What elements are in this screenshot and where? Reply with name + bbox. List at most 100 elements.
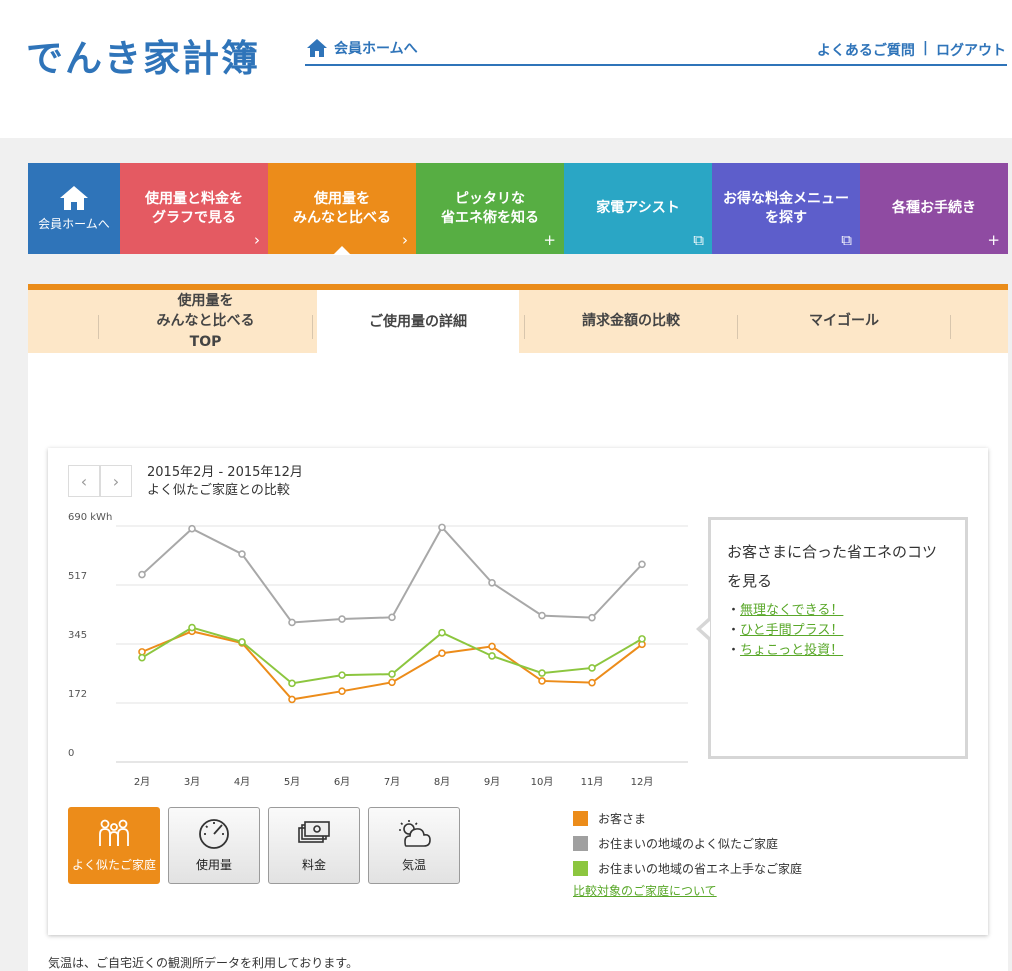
home-icon [307,39,327,57]
data-point [188,524,196,533]
chevron-right-icon: › [402,230,408,249]
data-point [288,618,296,627]
tab-billing-compare[interactable]: 請求金額の比較 [524,290,738,353]
data-point [588,664,596,672]
tip-bullet: ・ [727,622,741,638]
nav-compare-usage-label-2: みんなと比べる [293,209,391,226]
tab-compare-top[interactable]: 使用量を みんなと比べる TOP [98,290,313,353]
x-tick-label: 7月 [384,776,400,788]
nav-appliance-assist[interactable]: 家電アシスト ⧉ [564,163,712,254]
data-point [188,623,196,632]
data-point [238,638,246,646]
nav-rate-menu[interactable]: お得な料金メニュー を探す ⧉ [712,163,860,254]
header-links: よくあるご質問 | ログアウト [817,40,1006,60]
logout-link[interactable]: ログアウト [936,40,1006,60]
content-panel: 使用量を みんなと比べる TOP ご使用量の詳細 請求金額の比較 マイゴール ‹ ›… [28,284,1008,971]
period-label: 2015年2月 - 2015年12月 よく似たご家庭との比較 [147,464,303,499]
data-point [138,570,146,579]
temperature-button[interactable]: 気温 [368,807,460,884]
tab-usage-detail[interactable]: ご使用量の詳細 [317,290,519,354]
nav-procedures[interactable]: 各種お手続き + [860,163,1008,254]
tab-compare-top-label-3: TOP [189,333,222,350]
money-icon [298,821,330,843]
series-line [141,525,643,624]
legend-item: お住まいの地域のよく似たご家庭 [573,831,802,856]
x-tick-label: 5月 [284,776,300,788]
tab-my-goal-label: マイゴール [809,313,879,330]
site-logo[interactable]: でんき家計簿 [26,28,260,82]
legend-label-customer: お客さま [598,812,647,826]
x-tick-label: 11月 [581,776,604,788]
nav-appliance-assist-label: 家電アシスト [596,200,680,217]
temperature-footnote: 気温は、ご自宅近くの観測所データを利用しております。 [48,956,359,970]
chevron-right-icon: › [254,230,260,249]
data-point [488,652,496,660]
similar-households-button[interactable]: よく似たご家庭 [68,807,160,884]
x-tick-label: 4月 [234,776,250,788]
tip-item: ・無理なくできる！ [727,601,949,621]
data-point [288,679,296,688]
active-pointer [333,246,351,255]
main-nav: 会員ホームへ 使用量と料金を グラフで見る › 使用量を みんなと比べる › ピッタ… [28,163,1008,255]
tab-my-goal[interactable]: マイゴール [738,290,950,353]
nav-usage-graph[interactable]: 使用量と料金を グラフで見る › [120,163,268,254]
legend-swatch-efficient [573,861,588,876]
data-point [388,670,396,678]
cost-button[interactable]: 料金 [268,807,360,884]
y-tick-label: 0 [68,748,74,759]
tab-divider [737,315,738,339]
data-point [438,628,446,637]
legend-label-similar: お住まいの地域のよく似たご家庭 [598,837,779,851]
nav-energy-tips-label: ピッタリな [455,191,525,208]
tab-divider [950,315,951,339]
x-tick-label: 8月 [434,776,450,788]
x-tick-label: 9月 [484,776,500,788]
tip-bullet: ・ [727,602,741,618]
data-point [388,678,396,687]
legend-label-efficient: お住まいの地域の省エネ上手なご家庭 [598,862,803,876]
nav-energy-tips[interactable]: ピッタリな 省エネ術を知る + [416,163,564,254]
header-separator: | [922,40,928,56]
prev-period-button[interactable]: ‹ [68,465,100,497]
tab-divider [524,315,525,339]
x-tick-label: 12月 [631,776,654,788]
y-tick-label: 517 [68,571,87,582]
tip-link-invest[interactable]: ちょこっと投資！ [740,643,843,658]
nav-procedures-label: 各種お手続き [892,200,976,217]
legend-swatch-customer [573,811,588,826]
nav-member-home[interactable]: 会員ホームへ [28,163,120,254]
nav-compare-usage[interactable]: 使用量を みんなと比べる › [268,163,416,255]
comparison-target-link[interactable]: 比較対象のご家庭について [573,882,802,899]
tips-list: ・無理なくできる！ ・ひと手間プラス！ ・ちょこっと投資！ [727,601,949,661]
faq-link[interactable]: よくあるご質問 [817,40,915,60]
chart-card: ‹ › 2015年2月 - 2015年12月 よく似たご家庭との比較 0 172 3… [48,448,988,935]
tip-bullet: ・ [727,642,741,658]
period-pager: ‹ › [68,465,132,497]
data-point [288,695,296,704]
next-period-button[interactable]: › [100,465,132,497]
legend-item: お住まいの地域の省エネ上手なご家庭 [573,856,802,881]
usage-button[interactable]: 使用量 [168,807,260,884]
data-point [438,649,446,658]
usage-line-chart: 0 172 345 517 690 kWh 2月 3月 4月 5月 6月 7月 8月 9月 10月 11月 1… [68,512,688,788]
data-point [538,677,546,685]
data-point [588,613,596,622]
chart-legend: お客さま お住まいの地域のよく似たご家庭 お住まいの地域の省エネ上手なご家庭 比… [573,806,802,899]
tab-billing-compare-label: 請求金額の比較 [582,313,680,330]
member-home-link[interactable]: 会員ホームへ [306,38,418,58]
comparison-subtitle: よく似たご家庭との比較 [147,482,290,498]
tip-pointer-inner [701,621,710,637]
tip-link-easy[interactable]: 無理なくできる！ [740,603,843,618]
nav-compare-usage-label: 使用量を [314,191,370,208]
external-window-icon: ⧉ [841,230,852,249]
tip-link-extra[interactable]: ひと手間プラス！ [740,623,843,638]
tips-title: お客さまに合った省エネのコツを見る [727,543,938,591]
plus-icon: + [543,230,556,249]
data-point [638,635,646,643]
data-point [638,560,646,569]
tab-compare-top-label-2: みんなと比べる [156,313,255,330]
gauge-icon [199,819,229,849]
similar-households-label: よく似たご家庭 [71,858,156,872]
y-tick-label: 690 kWh [68,512,112,523]
temperature-label: 気温 [401,858,426,872]
